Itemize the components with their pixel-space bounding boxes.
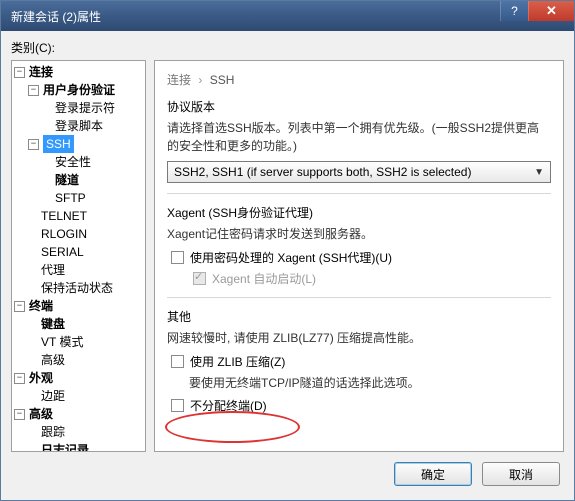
collapse-icon[interactable]: − [28, 85, 39, 96]
tree-item-advanced-term[interactable]: 高级 [28, 351, 145, 369]
xagent-autostart-checkbox-row: Xagent 自动启动(L) [189, 270, 551, 287]
other-heading: 其他 [167, 308, 551, 325]
body: −连接 −用户身份验证 登录提示符 登录脚本 −SSH [11, 60, 564, 452]
other-desc: 网速较慢时, 请使用 ZLIB(LZ77) 压缩提高性能。 [167, 329, 551, 347]
tree-item-serial[interactable]: SERIAL [28, 243, 145, 261]
dropdown-value: SSH2, SSH1 (if server supports both, SSH… [174, 165, 471, 179]
tree-item-connection[interactable]: −连接 [14, 63, 145, 81]
tree-item-telnet[interactable]: TELNET [28, 207, 145, 225]
collapse-icon[interactable]: − [14, 373, 25, 384]
tree-item-sftp[interactable]: SFTP [42, 189, 145, 207]
collapse-icon[interactable]: − [14, 301, 25, 312]
tree-item-advanced[interactable]: −高级 [14, 405, 145, 423]
tree-item-keepalive[interactable]: 保持活动状态 [28, 279, 145, 297]
divider [167, 297, 551, 298]
category-label: 类别(C): [11, 39, 564, 56]
cancel-button[interactable]: 取消 [482, 462, 560, 486]
collapse-icon[interactable]: − [28, 139, 39, 150]
xagent-use-checkbox-row[interactable]: 使用密码处理的 Xagent (SSH代理)(U) [167, 249, 551, 266]
tree-item-rlogin[interactable]: RLOGIN [28, 225, 145, 243]
tree-item-login-prompt[interactable]: 登录提示符 [42, 99, 145, 117]
tree-item-terminal[interactable]: −终端 [14, 297, 145, 315]
tree-item-security[interactable]: 安全性 [42, 153, 145, 171]
tree-item-tunnel[interactable]: 隧道 [42, 171, 145, 189]
dialog-window: 新建会话 (2)属性 ? ✕ 类别(C): −连接 −用户身份验证 [0, 0, 575, 501]
protocol-dropdown[interactable]: SSH2, SSH1 (if server supports both, SSH… [167, 161, 551, 183]
checkbox-label: 使用 ZLIB 压缩(Z) [190, 353, 285, 370]
breadcrumb: 连接 › SSH [167, 71, 551, 88]
tree-item-proxy[interactable]: 代理 [28, 261, 145, 279]
checkbox-icon[interactable] [171, 399, 184, 412]
window-buttons: ? ✕ [500, 1, 574, 31]
no-terminal-checkbox-row[interactable]: 不分配终端(D) [167, 397, 551, 414]
chevron-right-icon: › [198, 73, 202, 87]
close-button[interactable]: ✕ [528, 1, 574, 21]
checkbox-label: 使用密码处理的 Xagent (SSH代理)(U) [190, 249, 392, 266]
zlib-checkbox-row[interactable]: 使用 ZLIB 压缩(Z) [167, 353, 551, 370]
client-area: 类别(C): −连接 −用户身份验证 登录提示符 登录脚本 [1, 31, 574, 500]
dialog-footer: 确定 取消 [11, 452, 564, 490]
breadcrumb-current: SSH [210, 73, 235, 87]
ok-button[interactable]: 确定 [394, 462, 472, 486]
tree-item-logging[interactable]: 日志记录 [28, 441, 145, 452]
protocol-heading: 协议版本 [167, 98, 551, 115]
checkbox-icon[interactable] [171, 251, 184, 264]
tree-item-appearance[interactable]: −外观 [14, 369, 145, 387]
settings-panel: 连接 › SSH 协议版本 请选择首选SSH版本。列表中第一个拥有优先级。(一般… [154, 60, 564, 452]
help-button[interactable]: ? [500, 1, 528, 21]
checkbox-icon[interactable] [171, 355, 184, 368]
tree-item-login-script[interactable]: 登录脚本 [42, 117, 145, 135]
checkbox-icon [193, 272, 206, 285]
tree-item-auth[interactable]: −用户身份验证 [28, 81, 145, 99]
window-title: 新建会话 (2)属性 [11, 8, 500, 25]
xagent-desc: Xagent记住密码请求时发送到服务器。 [167, 225, 551, 243]
checkbox-label: Xagent 自动启动(L) [212, 270, 316, 287]
divider [167, 193, 551, 194]
breadcrumb-root[interactable]: 连接 [167, 73, 191, 87]
protocol-desc: 请选择首选SSH版本。列表中第一个拥有优先级。(一般SSH2提供更高的安全性和更… [167, 119, 551, 155]
xagent-heading: Xagent (SSH身份验证代理) [167, 204, 551, 221]
collapse-icon[interactable]: − [14, 409, 25, 420]
tree-item-keyboard[interactable]: 键盘 [28, 315, 145, 333]
tree-item-ssh[interactable]: −SSH [28, 135, 145, 153]
collapse-icon[interactable]: − [14, 67, 25, 78]
category-tree[interactable]: −连接 −用户身份验证 登录提示符 登录脚本 −SSH [11, 60, 146, 452]
tree-item-margin[interactable]: 边距 [28, 387, 145, 405]
checkbox-label: 不分配终端(D) [190, 397, 267, 414]
chevron-down-icon: ▼ [534, 167, 544, 178]
tree-item-vtmode[interactable]: VT 模式 [28, 333, 145, 351]
no-terminal-hint: 要使用无终端TCP/IP隧道的话选择此选项。 [189, 374, 551, 391]
tree-item-trace[interactable]: 跟踪 [28, 423, 145, 441]
titlebar[interactable]: 新建会话 (2)属性 ? ✕ [1, 1, 574, 31]
